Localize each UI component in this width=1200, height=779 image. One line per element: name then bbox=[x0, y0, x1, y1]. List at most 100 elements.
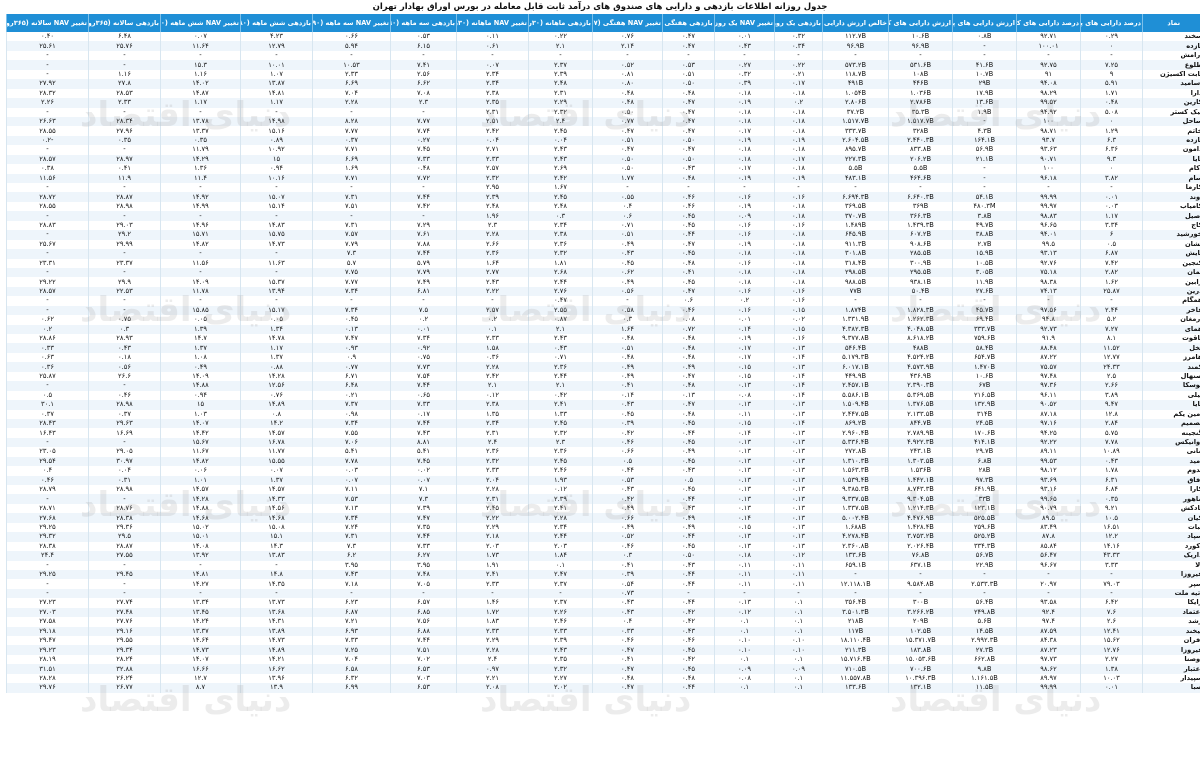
fund-symbol-cell: آتیه ملت bbox=[1142, 588, 1200, 599]
table-cell: ۲۶.۲۴ bbox=[88, 673, 161, 684]
table-cell: ۹.۳ bbox=[1080, 154, 1143, 165]
fund-symbol-cell: یادکش bbox=[1142, 503, 1200, 514]
table-cell: ۶۵۹.۱B bbox=[822, 560, 889, 570]
fund-symbol-cell: کمند bbox=[1142, 362, 1200, 372]
table-cell: ۵.۵B bbox=[888, 164, 953, 174]
table-cell: ۸۹۵.۷B bbox=[822, 145, 889, 155]
table-cell: ۱.۷۱ bbox=[1080, 88, 1143, 99]
table-cell: ۱۱.۷۸ bbox=[160, 286, 241, 297]
table-cell: ۹.۲۱ bbox=[1080, 503, 1143, 514]
fund-symbol-cell: کیان bbox=[1142, 513, 1200, 523]
table-cell: ۹۸.۱۲ bbox=[1016, 466, 1081, 476]
table-cell: ۰.۴۷ bbox=[662, 107, 715, 117]
table-cell: ۱.۱۷ bbox=[1080, 211, 1143, 221]
fund-symbol-cell: رشد bbox=[1142, 617, 1200, 627]
table-cell: ۱۴.۳۱ bbox=[240, 617, 313, 627]
table-cell: ۷.۳۳ bbox=[390, 154, 457, 165]
table-cell: ۱۴.۲۸ bbox=[240, 371, 313, 382]
table-cell: ۳۲.۸۸ bbox=[88, 664, 161, 674]
table-cell: ۱۱۲.۷B bbox=[822, 32, 889, 42]
table-cell: ۲.۷۱ bbox=[456, 145, 529, 155]
table-cell: ۲۹.۳۲ bbox=[6, 532, 89, 542]
table-cell: ۱۴.۹۶ bbox=[160, 220, 241, 231]
table-cell: ۰.۱۹ bbox=[774, 173, 823, 183]
table-cell: ۰.۸B bbox=[952, 32, 1017, 42]
table-row: بازده۰۱۰۰.۰۱-۹۶.۹B۹۶.۹B۰.۳۴۰.۴۳۰.۴۷۲.۱۴۲… bbox=[6, 41, 1200, 51]
table-cell: ۰.۱۸ bbox=[774, 249, 823, 259]
table-cell: ۱۵.۸۵ bbox=[160, 305, 241, 316]
table-cell: ۰.۱۳ bbox=[662, 390, 715, 401]
table-cell: ۲.۳۳ bbox=[528, 626, 593, 636]
table-cell: ۲۹.۲۲ bbox=[6, 277, 89, 287]
table-cell: ۸.۷۴۳.۳B bbox=[888, 485, 953, 495]
table-cell: ۲.۲۸ bbox=[456, 362, 529, 372]
table-cell: - bbox=[390, 107, 457, 117]
table-cell: ۳.۹۵ bbox=[390, 560, 457, 570]
table-cell: ۳.۵۰۱.۳B bbox=[822, 607, 889, 618]
table-cell: ۱.۷۷ bbox=[592, 173, 663, 183]
table-cell: ۰.۱۸ bbox=[774, 239, 823, 250]
table-cell: ۰.۱۵ bbox=[714, 522, 775, 533]
table-cell: ۰.۱۷ bbox=[714, 352, 775, 363]
table-cell: ۰.۴۷ bbox=[662, 32, 715, 42]
table-cell: ۱۵ bbox=[240, 154, 313, 165]
table-cell: ۲.۴۳ bbox=[528, 334, 593, 344]
table-cell: ۰.۴۸ bbox=[1080, 98, 1143, 108]
column-header: تغییر NAV شش ماهه (۱۸۰روزه) bbox=[160, 14, 241, 32]
table-cell: ۱۵.۷۱ bbox=[160, 230, 241, 240]
table-cell: - bbox=[662, 588, 715, 599]
table-row: آلا۳.۳۳۹۶.۶۷۲۲.۹B۶۳۷.۱B۶۵۹.۱B۰.۱۱۰.۱۱۰.۴… bbox=[6, 560, 1200, 570]
table-cell: ۷.۵۶ bbox=[390, 617, 457, 627]
table-cell: ۱۷۰.۶B bbox=[952, 428, 1017, 438]
table-cell: ۱۳.۷۳ bbox=[240, 598, 313, 608]
table-cell: - bbox=[6, 60, 89, 70]
table-cell: ۱۱.۶۷ bbox=[160, 447, 241, 457]
table-row: ندوم۱.۷۸۹۸.۱۲۲۸B۱.۵۳۶B۱.۵۶۳.۳B۰.۱۳۰.۱۳۰.… bbox=[6, 466, 1200, 476]
fund-symbol-cell: گنجینه bbox=[1142, 428, 1200, 438]
table-cell: ۲۸.۹۸ bbox=[88, 201, 161, 212]
table-cell: ۲۹.۲ bbox=[88, 230, 161, 240]
table-row: فیروزا۱۲.۷۶۸۷.۲۳۲۷.۳B۱۸۳.۸B۲۱۱.۳B۰.۱۰۰.۱… bbox=[6, 645, 1200, 655]
table-cell: ۷.۰۶ bbox=[312, 437, 391, 448]
table-cell: ۸۷.۸ bbox=[1016, 532, 1081, 542]
table-cell: ۰.۰۵ bbox=[240, 315, 313, 325]
table-cell: ۵.۳۶۹.۵B bbox=[888, 390, 953, 401]
table-row: رایکا۶.۴۲۹۳.۵۸۵۶.۴B۳۰۰B۳۵۶.۴B۰.۱۰.۱۳۰.۴۴… bbox=[6, 598, 1200, 608]
table-cell: ۲.۴۴ bbox=[528, 371, 593, 382]
table-cell: ۴۸۰.۳M bbox=[952, 201, 1017, 212]
table-cell: - bbox=[822, 569, 889, 580]
table-cell: ۱۴.۸ bbox=[240, 569, 313, 580]
table-cell: ۰.۴۶ bbox=[662, 636, 715, 646]
fund-symbol-cell: طلوع bbox=[1142, 60, 1200, 70]
table-cell: ۴.۹۲۲.۳B bbox=[888, 437, 953, 448]
table-cell: ۰.۴۵ bbox=[662, 220, 715, 231]
fund-symbol-cell: رابین bbox=[1142, 277, 1200, 287]
table-cell: ۰.۳۷ bbox=[312, 135, 391, 146]
table-cell: ۱.۱۶۱.۵B bbox=[952, 673, 1017, 684]
table-cell: ۲.۱۸ bbox=[456, 532, 529, 542]
table-cell: - bbox=[390, 183, 457, 193]
table-cell: ۹۷.۵۶ bbox=[1016, 305, 1081, 316]
table-cell: ۹۲.۴ bbox=[1016, 607, 1081, 618]
funds-table: نماددرصد دارایی های پرریسکدرصد دارایی ها… bbox=[6, 14, 1200, 693]
table-cell: ۰.۳۶ bbox=[456, 352, 529, 363]
table-cell: ۰.۴۸ bbox=[662, 673, 715, 684]
table-cell: ۰.۴۵ bbox=[312, 315, 391, 325]
table-cell: ۲.۳۵ bbox=[528, 654, 593, 665]
table-cell: ۳۶۹B bbox=[888, 201, 953, 212]
table-cell: ۱۳.۶B bbox=[952, 98, 1017, 108]
table-cell: ۱.۲۱۴.۳B bbox=[888, 503, 953, 514]
table-cell: ۰.۵۵ bbox=[592, 192, 663, 202]
table-cell: ۱.۰۳۶B bbox=[888, 88, 953, 99]
table-cell: ۰.۱۸ bbox=[774, 258, 823, 268]
table-cell: ۱۴.۳ bbox=[240, 541, 313, 552]
table-cell: ۷.۰۴ bbox=[312, 88, 391, 99]
table-cell: ۲۸.۷۲ bbox=[6, 192, 89, 202]
table-cell: ۷.۱ bbox=[390, 485, 457, 495]
table-cell: ۰.۰۸ bbox=[662, 315, 715, 325]
column-header: بازدهی شش ماهه (۱۸۰روزه) bbox=[240, 14, 313, 32]
table-cell: ۰.۳۷ bbox=[88, 409, 161, 419]
table-cell: ۶۷B bbox=[952, 381, 1017, 391]
table-cell: - bbox=[88, 145, 161, 155]
table-cell: ۵۴۶.۴B bbox=[822, 343, 889, 353]
